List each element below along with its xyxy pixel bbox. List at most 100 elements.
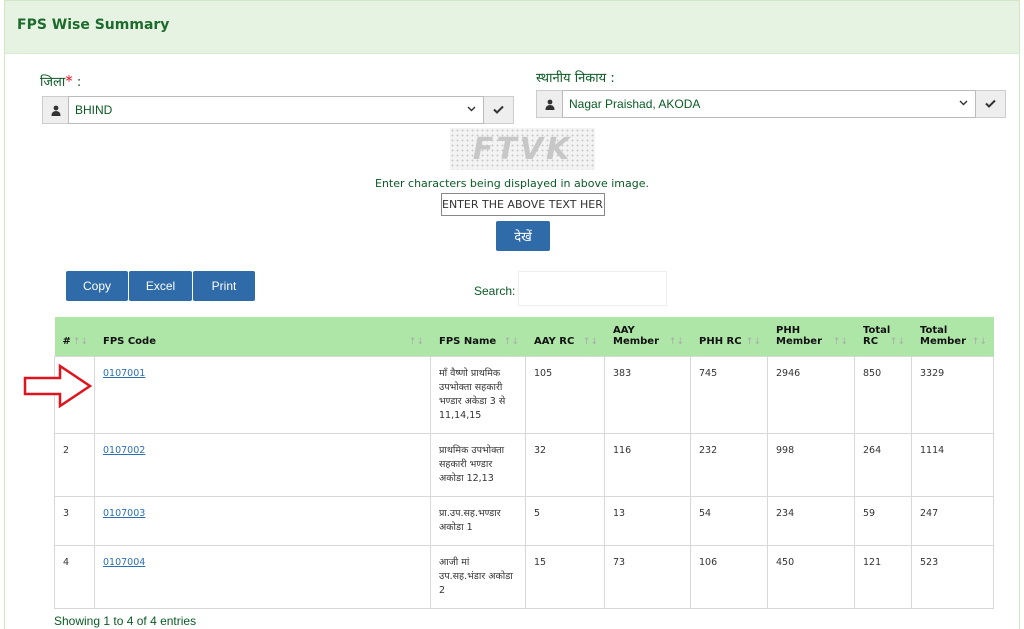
column-header-phh-rc[interactable]: PHH RC ↑↓ — [690, 317, 768, 356]
sort-icon: ↑↓ — [72, 336, 88, 347]
column-header-label: FPS Code — [103, 335, 156, 347]
district-label: जिला* : — [40, 72, 81, 90]
fps-code-link[interactable]: 0107003 — [103, 508, 145, 519]
table-row: 3 0107003 प्रा.उप.सह.भण्डार अकोडा 1 5 13… — [54, 495, 994, 546]
column-header-fps-code[interactable]: FPS Code ↑↓ — [94, 317, 431, 356]
required-mark: * — [65, 72, 73, 90]
local-body-select-group: Nagar Praishad, AKODA — [536, 90, 1006, 118]
column-header-label: PHH Member — [776, 324, 823, 347]
aay-member-cell: 73 — [604, 544, 691, 609]
captcha-image: FTVK — [450, 128, 595, 170]
view-button[interactable]: देखें — [496, 221, 550, 251]
check-icon — [493, 101, 504, 119]
sort-icon: ↑↓ — [503, 336, 519, 347]
phh-member-cell: 2946 — [767, 355, 855, 434]
district-label-colon: : — [72, 75, 82, 90]
aay-member-cell: 383 — [604, 355, 691, 434]
phh-member-cell: 450 — [767, 544, 855, 609]
aay-rc-cell: 105 — [525, 355, 605, 434]
total-member-cell: 247 — [911, 495, 994, 546]
aay-rc-cell: 32 — [525, 432, 605, 497]
fps-name-cell: प्रा.उप.सह.भण्डार अकोडा 1 — [430, 495, 526, 546]
fps-code-link[interactable]: 0107002 — [103, 445, 145, 456]
print-button[interactable]: Print — [193, 271, 255, 301]
aay-member-cell: 116 — [604, 432, 691, 497]
excel-button[interactable]: Excel — [129, 271, 192, 301]
user-icon — [536, 90, 562, 118]
column-header-label: PHH RC — [699, 335, 742, 347]
row-num: 4 — [54, 544, 95, 609]
column-header-label: AAY Member — [613, 324, 660, 347]
captcha-hint: Enter characters being displayed in abov… — [375, 177, 649, 190]
district-select-group: BHIND — [42, 96, 514, 124]
sort-icon: ↑↓ — [832, 336, 848, 347]
row-num: 3 — [54, 495, 95, 546]
local-body-label: स्थानीय निकाय : — [536, 71, 615, 86]
local-body-select-value: Nagar Praishad, AKODA — [569, 97, 701, 111]
aay-rc-cell: 15 — [525, 544, 605, 609]
district-select[interactable]: BHIND — [68, 96, 484, 124]
captcha-image-text: FTVK — [472, 131, 573, 167]
fps-code-cell: 0107001 — [94, 355, 431, 434]
column-header-num[interactable]: # ↑↓ — [54, 317, 95, 356]
total-rc-cell: 59 — [854, 495, 912, 546]
fps-name-cell: माँ वैष्णो प्राथमिक उपभोक्ता सहकारी भण्ड… — [430, 355, 526, 434]
sort-icon: ↑↓ — [889, 336, 905, 347]
phh-rc-cell: 232 — [690, 432, 768, 497]
phh-member-cell: 998 — [767, 432, 855, 497]
column-header-fps-name[interactable]: FPS Name ↑↓ — [430, 317, 526, 356]
phh-rc-cell: 106 — [690, 544, 768, 609]
column-header-label: Total RC — [863, 324, 891, 347]
sort-icon: ↑↓ — [971, 336, 987, 347]
column-header-aay-member[interactable]: AAY Member ↑↓ — [604, 317, 691, 356]
page-title: FPS Wise Summary — [17, 17, 170, 33]
column-header-aay-rc[interactable]: AAY RC ↑↓ — [525, 317, 605, 356]
fps-name-cell: प्राथमिक उपभोक्ता सहकारी भण्डार अकोडा 12… — [430, 432, 526, 497]
fps-code-cell: 0107004 — [94, 544, 431, 609]
aay-rc-cell: 5 — [525, 495, 605, 546]
phh-member-cell: 234 — [767, 495, 855, 546]
panel-heading: FPS Wise Summary — [5, 1, 1019, 54]
phh-rc-cell: 745 — [690, 355, 768, 434]
column-header-phh-member[interactable]: PHH Member ↑↓ — [767, 317, 855, 356]
district-check-button[interactable] — [484, 96, 514, 124]
fps-code-link[interactable]: 0107001 — [103, 368, 145, 379]
local-body-select[interactable]: Nagar Praishad, AKODA — [562, 90, 976, 118]
check-icon — [985, 95, 996, 113]
row-num: 2 — [54, 432, 95, 497]
column-header-total-member[interactable]: Total Member ↑↓ — [911, 317, 994, 356]
table-row: 1 0107001 माँ वैष्णो प्राथमिक उपभोक्ता स… — [54, 355, 994, 434]
total-rc-cell: 264 — [854, 432, 912, 497]
sort-icon: ↑↓ — [408, 336, 424, 347]
fps-code-cell: 0107003 — [94, 495, 431, 546]
column-header-label: AAY RC — [534, 335, 575, 347]
chevron-down-icon — [467, 102, 476, 119]
column-header-label: Total Member — [920, 324, 967, 347]
chevron-down-icon — [959, 96, 968, 113]
fps-code-link[interactable]: 0107004 — [103, 557, 145, 568]
column-header-total-rc[interactable]: Total RC ↑↓ — [854, 317, 912, 356]
fps-code-cell: 0107002 — [94, 432, 431, 497]
table-row: 4 0107004 आजी मां उप.सह.भंडार अकोडा 2 15… — [54, 544, 994, 609]
local-body-check-button[interactable] — [976, 90, 1006, 118]
fps-summary-table: # ↑↓ FPS Code ↑↓ FPS Name ↑↓ AAY RC ↑↓ AAY M… — [54, 317, 994, 609]
sort-icon: ↑↓ — [745, 336, 761, 347]
search-label: Search: — [474, 284, 516, 298]
phh-rc-cell: 54 — [690, 495, 768, 546]
captcha-input[interactable] — [441, 193, 605, 216]
total-member-cell: 1114 — [911, 432, 994, 497]
total-member-cell: 3329 — [911, 355, 994, 434]
total-member-cell: 523 — [911, 544, 994, 609]
aay-member-cell: 13 — [604, 495, 691, 546]
table-row: 2 0107002 प्राथमिक उपभोक्ता सहकारी भण्डा… — [54, 432, 994, 497]
copy-button[interactable]: Copy — [66, 271, 128, 301]
sort-icon: ↑↓ — [582, 336, 598, 347]
search-input[interactable] — [518, 271, 667, 306]
sort-icon: ↑↓ — [668, 336, 684, 347]
table-header-row: # ↑↓ FPS Code ↑↓ FPS Name ↑↓ AAY RC ↑↓ AAY M… — [54, 317, 994, 356]
column-header-label: FPS Name — [439, 335, 497, 347]
user-icon — [42, 96, 68, 124]
column-header-label: # — [62, 335, 71, 347]
arrow-right-icon — [22, 363, 94, 414]
fps-name-cell: आजी मां उप.सह.भंडार अकोडा 2 — [430, 544, 526, 609]
